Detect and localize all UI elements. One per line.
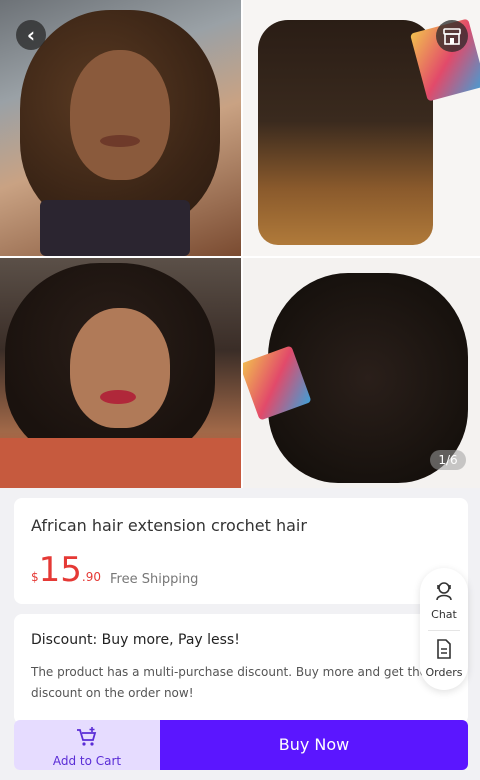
price-currency: $ bbox=[31, 570, 39, 584]
store-button[interactable] bbox=[436, 20, 468, 52]
store-icon bbox=[443, 28, 461, 45]
discount-title: Discount: Buy more, Pay less! bbox=[31, 632, 240, 648]
discount-text: The product has a multi-purchase discoun… bbox=[31, 665, 428, 700]
product-image-model-2[interactable] bbox=[0, 258, 241, 488]
orders-label: Orders bbox=[425, 666, 463, 679]
product-info-card: African hair extension crochet hair $15.… bbox=[14, 498, 468, 604]
product-price: $15.90 bbox=[31, 550, 101, 590]
shipping-label: Free Shipping bbox=[110, 572, 199, 587]
product-title: African hair extension crochet hair bbox=[31, 516, 307, 535]
chat-icon bbox=[436, 582, 452, 601]
back-button[interactable]: ‹ bbox=[16, 20, 46, 50]
orders-icon bbox=[437, 639, 451, 659]
discount-card: Discount: Buy more, Pay less! The produc… bbox=[14, 614, 468, 724]
add-to-cart-button[interactable]: Add to Cart bbox=[14, 720, 160, 770]
orders-button[interactable]: Orders bbox=[420, 638, 468, 679]
price-integer: 15 bbox=[38, 550, 82, 590]
price-decimal: .90 bbox=[81, 570, 101, 584]
bottom-action-bar: Add to Cart Buy Now bbox=[14, 720, 468, 770]
chat-button[interactable]: Chat bbox=[420, 580, 468, 621]
product-image-gallery[interactable]: ‹ 1/6 bbox=[0, 0, 480, 488]
chevron-left-icon: ‹ bbox=[26, 23, 36, 47]
add-to-cart-label: Add to Cart bbox=[52, 754, 122, 768]
side-divider bbox=[428, 630, 460, 631]
chat-label: Chat bbox=[431, 608, 457, 621]
image-pager: 1/6 bbox=[430, 450, 466, 470]
cart-plus-icon bbox=[77, 727, 97, 746]
buy-now-button[interactable]: Buy Now bbox=[160, 720, 468, 770]
side-actions: Chat Orders bbox=[420, 568, 468, 690]
